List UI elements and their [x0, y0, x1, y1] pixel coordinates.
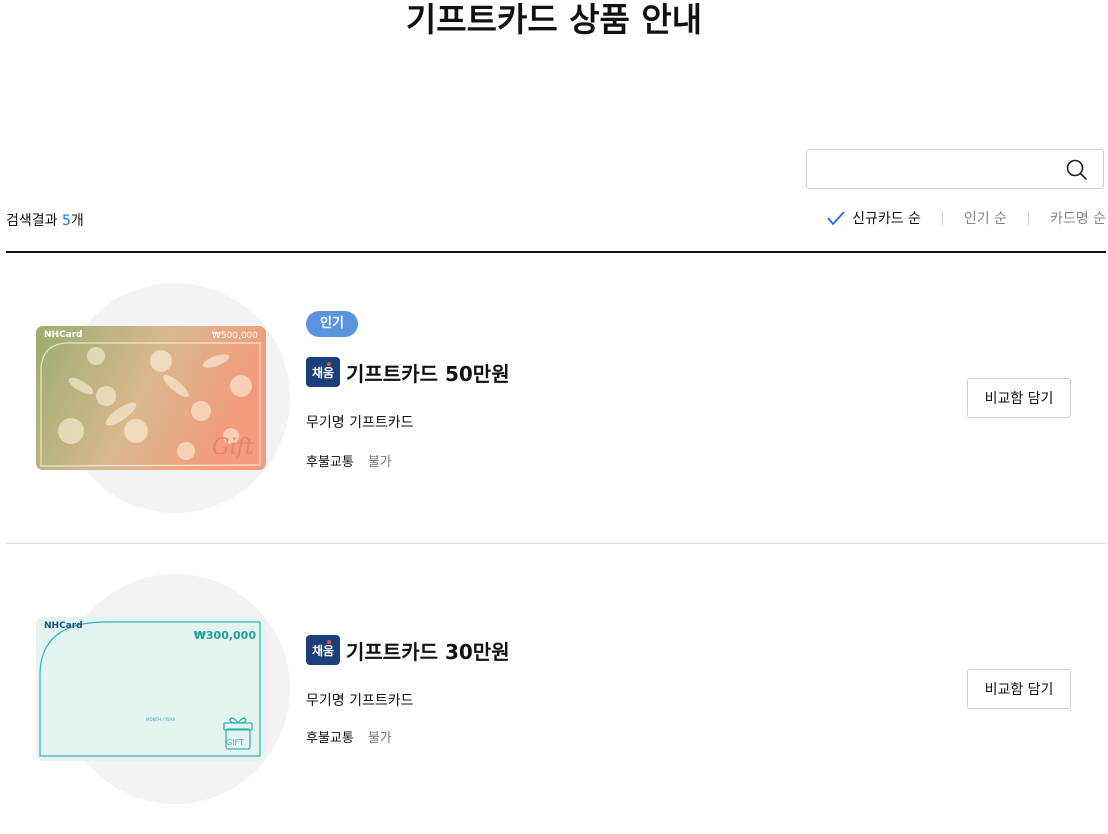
svg-text:Gift: Gift [212, 435, 254, 460]
card-title-row: 채움 기프트카드 30만원 [306, 635, 510, 665]
result-label: 검색결과 [6, 213, 58, 229]
card-list-item: Gift NHCard ₩500,000 인기 채움 기프트카드 50만원 무기… [6, 253, 1106, 543]
card-brand: NHCard [44, 330, 83, 340]
chaeum-logo: 채움 [306, 357, 340, 387]
spec-value: 불가 [367, 731, 392, 746]
sort-divider [1028, 211, 1030, 225]
card-brand: NHCard [44, 621, 83, 631]
card-title-row: 채움 기프트카드 50만원 [306, 357, 510, 387]
svg-text:MONTH / YEAR: MONTH / YEAR [146, 717, 176, 722]
card-name[interactable]: 기프트카드 50만원 [346, 358, 510, 387]
spec-value: 불가 [367, 455, 392, 470]
card-image[interactable]: GIFT MONTH / YEAR NHCard ₩300,000 [36, 617, 266, 761]
result-count: 검색결과 5개 [6, 210, 84, 230]
result-number: 5 [61, 213, 71, 229]
card-amount: ₩500,000 [211, 331, 258, 341]
result-unit: 개 [70, 213, 84, 229]
spec-label: 후불교통 [306, 731, 354, 746]
search-box [806, 149, 1104, 190]
spec-label: 후불교통 [306, 455, 354, 470]
card-image[interactable]: Gift NHCard ₩500,000 [36, 326, 266, 470]
sort-bar: 신규카드 순 인기 순 카드명 순 [826, 208, 1106, 228]
card-name[interactable]: 기프트카드 30만원 [346, 636, 510, 665]
sort-newest[interactable]: 신규카드 순 [826, 208, 921, 228]
search-input[interactable] [817, 150, 1061, 190]
card-subtitle: 무기명 기프트카드 [306, 415, 414, 431]
page-title: 기프트카드 상품 안내 [405, 0, 703, 39]
sort-newest-label: 신규카드 순 [852, 211, 921, 227]
card-amount: ₩300,000 [193, 629, 256, 642]
chaeum-logo: 채움 [306, 635, 340, 665]
card-list-item: GIFT MONTH / YEAR NHCard ₩300,000 채움 기프트… [6, 544, 1106, 834]
add-to-compare-button[interactable]: 비교함 담기 [967, 669, 1071, 709]
card-spec: 후불교통 불가 [306, 451, 392, 470]
svg-text:GIFT: GIFT [226, 738, 244, 747]
sort-name[interactable]: 카드명 순 [1050, 208, 1106, 228]
sort-divider [941, 211, 943, 225]
sort-popular[interactable]: 인기 순 [964, 208, 1007, 228]
search-icon[interactable] [1065, 158, 1089, 182]
popular-badge: 인기 [306, 311, 358, 337]
card-subtitle: 무기명 기프트카드 [306, 693, 414, 709]
check-icon [827, 211, 845, 226]
card-spec: 후불교통 불가 [306, 727, 392, 746]
add-to-compare-button[interactable]: 비교함 담기 [967, 378, 1071, 418]
